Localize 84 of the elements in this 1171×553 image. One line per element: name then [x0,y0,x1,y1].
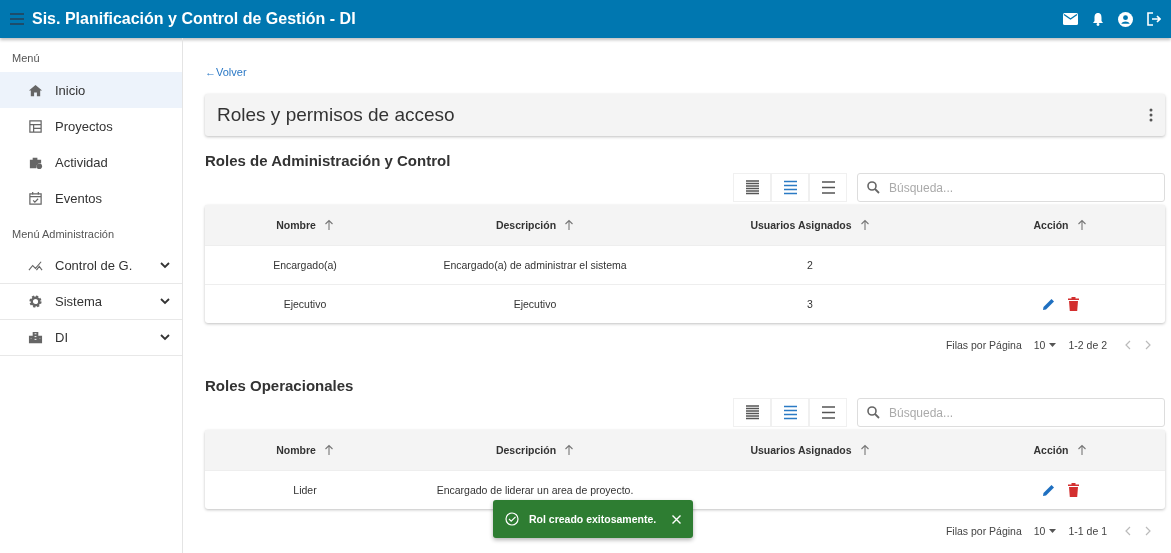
close-button[interactable] [672,512,681,526]
density-button[interactable] [771,398,809,427]
mail-icon[interactable] [1063,13,1078,25]
column-header[interactable]: Acción [955,444,1165,456]
medium-rows-icon [783,180,797,195]
section-heading: Menú [11,51,41,66]
chevron-down-icon [160,262,170,269]
rows-per-page-select[interactable]: 10 [1033,339,1057,351]
sidebar-item[interactable]: Inicio [0,72,182,108]
density-button[interactable] [809,398,847,427]
layout-icon [28,118,43,134]
sidebar-item[interactable]: DI [0,320,182,356]
logout-icon[interactable] [1147,12,1161,26]
sidebar-item[interactable]: Actividad [0,144,182,180]
density-button[interactable] [809,173,847,202]
table-cell-text: Lider [292,484,318,496]
settings-icon [28,294,43,309]
table-cell-text: 3 [806,298,814,310]
chart-icon [28,258,43,273]
section-title: Roles Operacionales [205,377,355,394]
search-field[interactable]: Búsqueda... [857,398,1165,427]
medium-rows-icon [783,405,797,420]
bell-icon[interactable] [1092,12,1104,26]
chevron-down-icon [160,334,170,341]
page-range: 1-1 de 1 [1068,525,1107,537]
rows-per-page-select[interactable]: 10 [1033,525,1057,537]
check-circle-icon [505,512,519,526]
table-cell-text: Ejecutivo [512,298,558,310]
column-header[interactable]: Usuarios Asignados [665,219,955,231]
delete-icon[interactable] [1067,297,1079,311]
table-cell-text: Encargado de liderar un area de proyecto. [435,484,635,496]
edit-icon[interactable] [1041,483,1056,497]
close-icon [672,515,681,524]
page-title: Roles y permisos de acceso [217,104,456,126]
sort-arrow-icon [323,219,334,231]
column-header[interactable]: Acción [955,219,1165,231]
rows-per-page-label: Filas por Página [945,339,1022,351]
back-link[interactable]: ←Volver [205,66,247,78]
toast-message: Rol creado exitosamente. [529,513,658,525]
sort-arrow-icon [564,444,575,456]
column-header[interactable]: Nombre [205,219,405,231]
table-cell-text: 2 [806,259,814,271]
column-header[interactable]: Nombre [205,444,405,456]
wide-rows-icon [821,180,835,195]
search-icon [867,406,880,419]
section-title: Roles de Administración y Control [205,152,452,169]
home-icon [28,82,43,98]
column-header[interactable]: Usuarios Asignados [665,444,955,456]
page-range: 1-2 de 2 [1068,339,1107,351]
chevron-down-icon [160,298,170,305]
dropdown-icon [1049,529,1057,533]
sort-arrow-icon [859,219,870,231]
app-title: Sis. Planificación y Control de Gestión - DI [32,10,357,28]
column-header[interactable]: Descripción [405,219,665,231]
sort-arrow-icon [1076,219,1087,231]
table-cell-text: Ejecutivo [282,298,328,310]
sidebar-item[interactable]: Eventos [0,180,182,216]
sort-arrow-icon [323,444,334,456]
dense-rows-icon [745,405,759,420]
sidebar-item[interactable]: Control de G. [0,248,182,284]
search-icon [867,181,880,194]
table-cell-text: Encargado(a) de administrar el sistema [442,259,628,271]
sidebar-item[interactable]: Sistema [0,284,182,320]
more-icon[interactable] [1149,108,1153,122]
sort-arrow-icon [859,444,870,456]
sort-arrow-icon [1076,444,1087,456]
edit-icon[interactable] [1041,297,1056,311]
search-field[interactable]: Búsqueda... [857,173,1165,202]
density-button[interactable] [733,173,771,202]
account-icon[interactable] [1118,11,1133,27]
delete-icon[interactable] [1067,483,1079,497]
calendar-icon [28,190,43,206]
density-button[interactable] [733,398,771,427]
dense-rows-icon [745,180,759,195]
rows-per-page-label: Filas por Página [945,525,1022,537]
dropdown-icon [1049,343,1057,347]
wide-rows-icon [821,405,835,420]
sort-arrow-icon [564,219,575,231]
column-header[interactable]: Descripción [405,444,665,456]
section-heading: Menú Administración [11,227,116,242]
building-icon [28,330,43,345]
table-cell-text: Encargado(a) [272,259,338,271]
density-button[interactable] [771,173,809,202]
sidebar-item[interactable]: Proyectos [0,108,182,144]
